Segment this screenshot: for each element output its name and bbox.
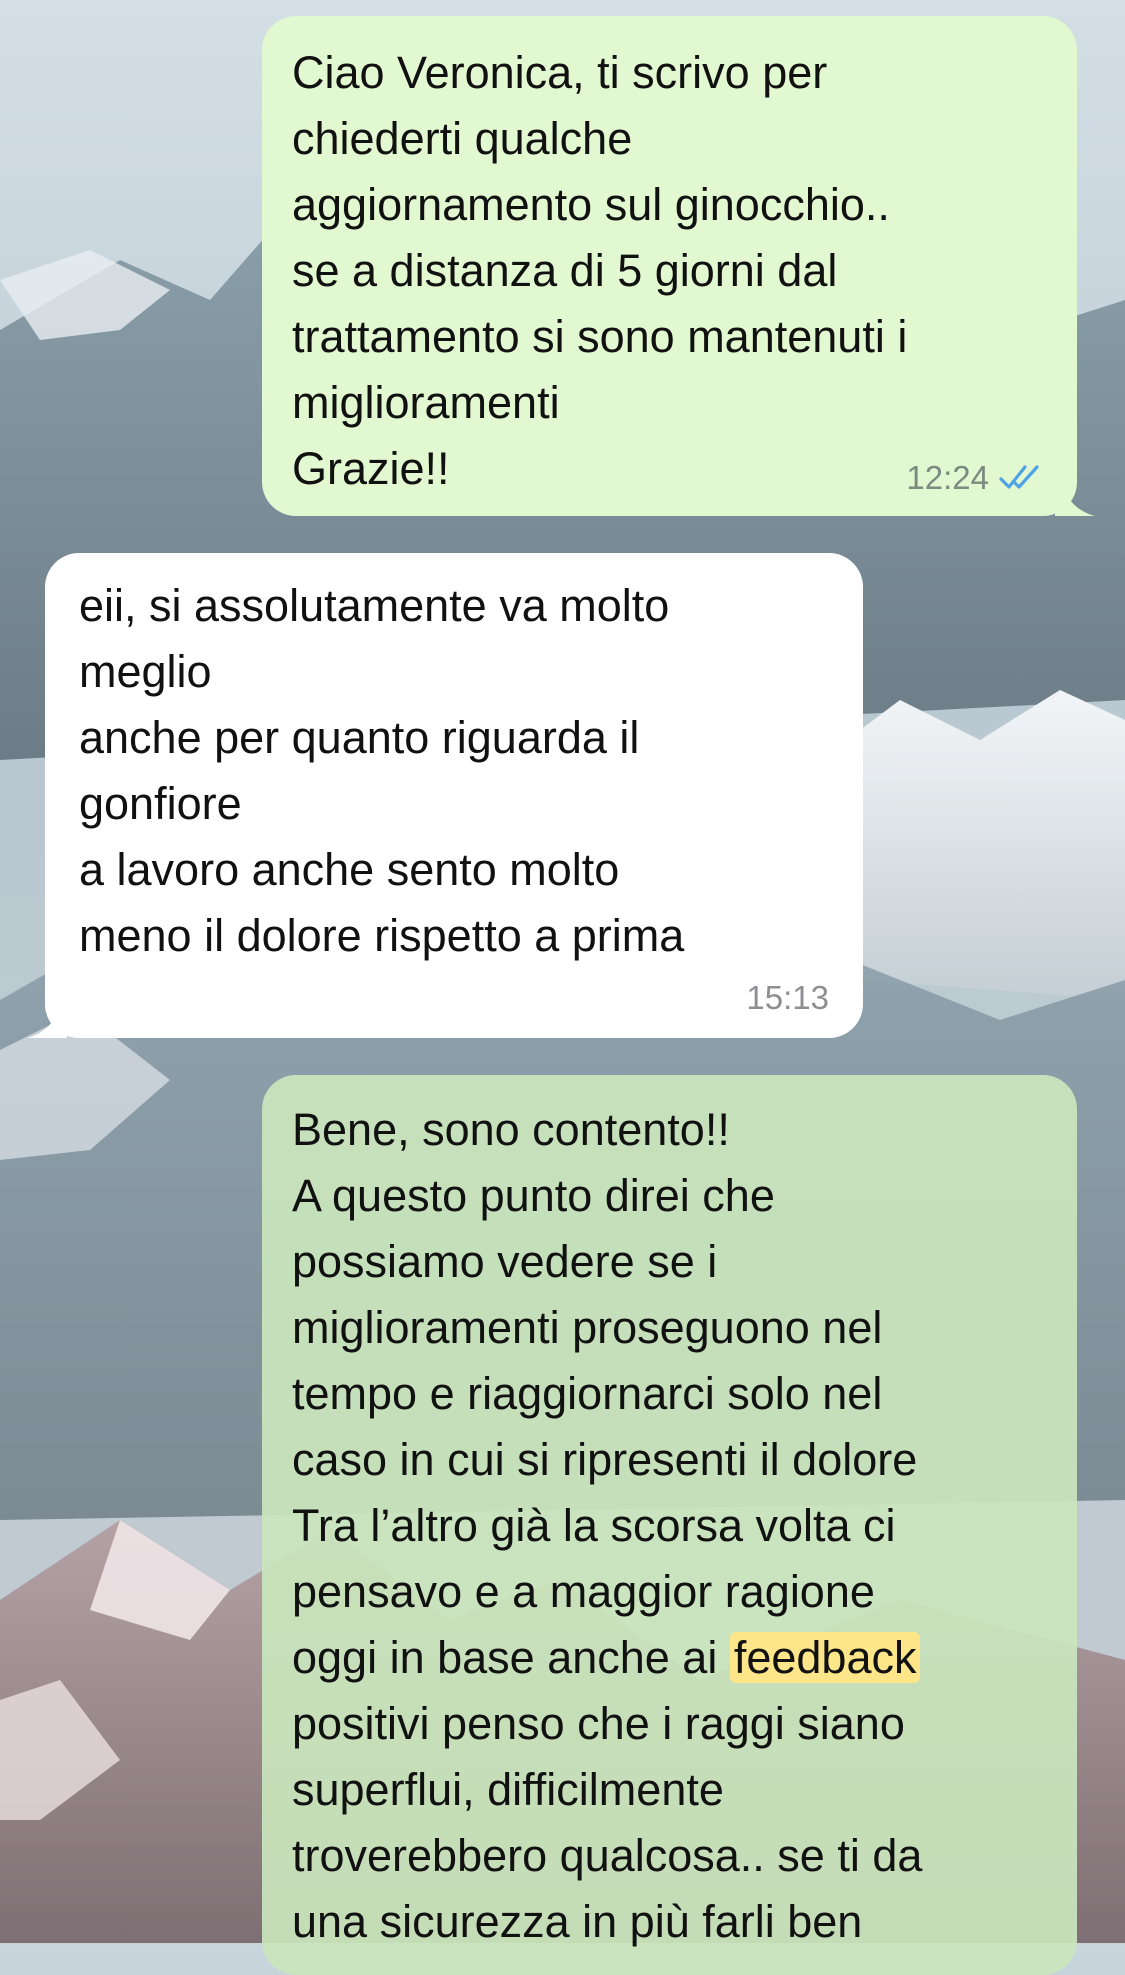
- highlighted-word[interactable]: feedback: [729, 1632, 921, 1683]
- message-bubble-incoming[interactable]: eii, si assolutamente va molto meglio an…: [27, 553, 863, 1038]
- double-check-read-icon: [999, 465, 1039, 489]
- message-text: Ciao Veronica, ti scrivo per chiederti q…: [292, 47, 908, 494]
- message-time: 12:24: [906, 459, 989, 496]
- message-time: 15:13: [746, 979, 829, 1016]
- message-text: eii, si assolutamente va molto meglio an…: [79, 580, 685, 961]
- message-meta: 12:24: [906, 458, 1047, 498]
- message-text: Bene, sono contento!! A questo punto dir…: [292, 1104, 923, 1947]
- message-bubble-outgoing[interactable]: Ciao Veronica, ti scrivo per chiederti q…: [262, 16, 1095, 516]
- message-bubble-outgoing[interactable]: Bene, sono contento!! A questo punto dir…: [262, 1075, 1077, 1975]
- message-meta: 15:13: [746, 978, 829, 1018]
- bubble-tail: [1055, 480, 1095, 516]
- bubble-tail: [27, 1002, 67, 1038]
